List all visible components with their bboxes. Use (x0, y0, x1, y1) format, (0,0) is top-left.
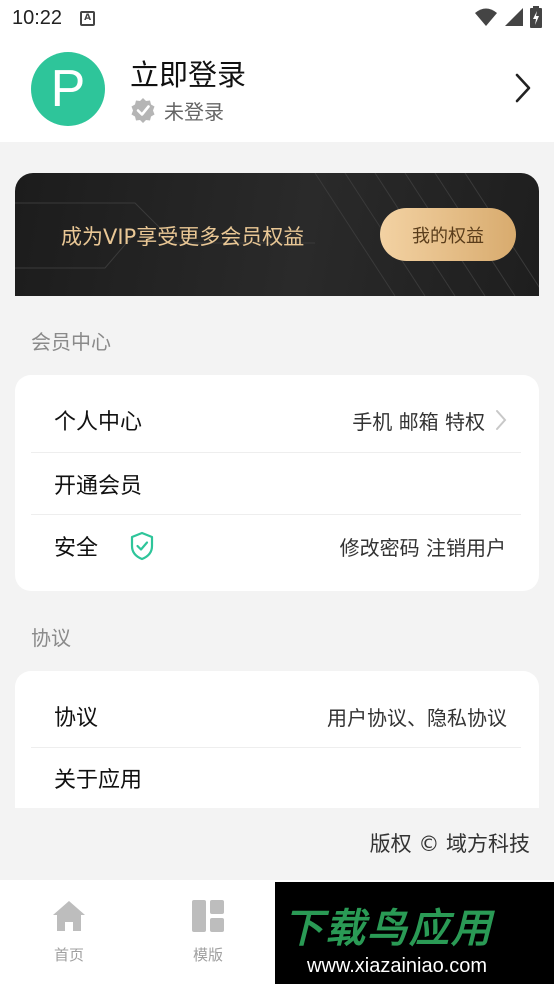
a-icon: A (80, 10, 96, 26)
status-time: 10:22 (12, 6, 63, 29)
watermark-logo: 下载鸟应用 www.xiazainiao.com (275, 882, 554, 984)
verified-badge-icon (131, 97, 155, 123)
template-icon (192, 900, 224, 932)
row-label: 安全 (54, 536, 99, 561)
login-title[interactable]: 立即登录 (130, 52, 246, 94)
wifi-icon (475, 8, 497, 26)
row-agreement[interactable]: 协议 用户协议、隐私协议 (31, 685, 523, 747)
chevron-right-icon[interactable] (514, 72, 532, 104)
status-icons (474, 6, 542, 28)
battery-icon (530, 6, 542, 28)
login-status-text: 未登录 (164, 100, 224, 124)
signal-icon (505, 8, 523, 26)
row-security[interactable]: 安全 修改密码 注销用户 (31, 515, 523, 577)
vip-promo-text: 成为VIP享受更多会员权益 (61, 225, 305, 249)
row-about-app[interactable]: 关于应用 (31, 747, 523, 809)
home-icon (53, 901, 85, 931)
nav-item-template[interactable]: 模版 (168, 898, 248, 965)
watermark-url: www.xiazainiao.com (307, 955, 488, 977)
row-label: 个人中心 (54, 410, 143, 435)
row-label: 协议 (54, 706, 99, 731)
nav-item-home[interactable]: 首页 (29, 898, 109, 965)
row-label: 关于应用 (54, 768, 143, 793)
shield-check-icon (130, 531, 154, 561)
avatar[interactable]: P (31, 52, 105, 126)
watermark-title: 下载鸟应用 (283, 906, 493, 952)
section-title-member: 会员中心 (31, 330, 111, 354)
row-value: 手机 邮箱 特权 (352, 409, 485, 434)
my-benefits-button[interactable]: 我的权益 (380, 208, 516, 261)
login-header[interactable]: P 立即登录 未登录 (0, 36, 554, 142)
member-card: 个人中心 手机 邮箱 特权 开通会员 安全 修改密码 注销用户 (15, 375, 539, 591)
row-personal-center[interactable]: 个人中心 手机 邮箱 特权 (31, 389, 523, 451)
copyright-text: 版权 © 域方科技 (369, 832, 530, 856)
vip-banner[interactable]: 成为VIP享受更多会员权益 我的权益 (15, 173, 539, 296)
status-bar: 10:22 A (0, 0, 554, 36)
row-value[interactable]: 修改密码 注销用户 (340, 532, 506, 561)
chevron-right-icon (496, 410, 507, 430)
agreement-card: 协议 用户协议、隐私协议 关于应用 (15, 671, 539, 808)
nav-label: 首页 (53, 946, 84, 964)
row-label: 开通会员 (54, 474, 143, 499)
nav-label: 模版 (192, 946, 223, 964)
row-open-membership[interactable]: 开通会员 (31, 453, 523, 515)
section-title-agreement: 协议 (31, 626, 71, 650)
row-value[interactable]: 用户协议、隐私协议 (327, 702, 507, 731)
login-status: 未登录 (130, 96, 224, 125)
